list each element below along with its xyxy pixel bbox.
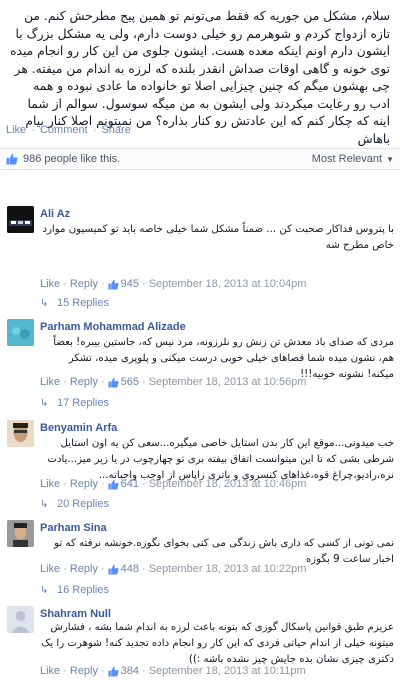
replies-count: 15 Replies — [57, 297, 109, 309]
comment-like-count[interactable]: 565 — [121, 376, 139, 388]
comment-meta: Like · Reply · 384 · September 18, 2013 … — [40, 665, 306, 677]
separator: · — [31, 124, 35, 136]
avatar-image — [7, 206, 34, 233]
share-link[interactable]: Share — [101, 124, 130, 136]
replies-link[interactable]: ↳ 15 Replies — [40, 297, 109, 309]
comment-like-count[interactable]: 641 — [121, 478, 139, 490]
reply-arrow-icon: ↳ — [40, 297, 49, 309]
comment-timestamp[interactable]: September 18, 2013 at 10:56pm — [149, 376, 307, 388]
reply-arrow-icon: ↳ — [40, 584, 49, 596]
avatar[interactable] — [7, 520, 34, 547]
separator: · — [63, 478, 67, 490]
comment-like-link[interactable]: Like — [40, 278, 60, 290]
separator: · — [63, 665, 67, 677]
comment-like-count[interactable]: 384 — [121, 665, 139, 677]
avatar-image — [7, 420, 34, 447]
comment-reply-link[interactable]: Reply — [70, 478, 98, 490]
comment-timestamp[interactable]: September 18, 2013 at 10:22pm — [149, 563, 307, 575]
thumbs-up-icon — [108, 377, 119, 388]
comment-like-count[interactable]: 448 — [121, 563, 139, 575]
thumbs-up-icon — [108, 479, 119, 490]
separator: · — [142, 278, 146, 290]
comment-link[interactable]: Comment — [40, 124, 88, 136]
sort-dropdown[interactable]: Most Relevant ▼ — [312, 153, 394, 165]
separator: · — [142, 563, 146, 575]
avatar[interactable] — [7, 420, 34, 447]
avatar[interactable] — [7, 606, 34, 633]
avatar[interactable] — [7, 319, 34, 346]
comment-reply-link[interactable]: Reply — [70, 665, 98, 677]
separator: · — [63, 376, 67, 388]
replies-link[interactable]: ↳ 16 Replies — [40, 584, 109, 596]
separator: · — [100, 665, 105, 677]
thumbs-up-icon — [6, 153, 18, 165]
comment-like-count[interactable]: 945 — [121, 278, 139, 290]
separator: · — [63, 563, 67, 575]
replies-link[interactable]: ↳ 20 Replies — [40, 498, 109, 510]
chevron-down-icon: ▼ — [386, 154, 394, 164]
comment-reply-link[interactable]: Reply — [70, 278, 98, 290]
comment-timestamp[interactable]: September 18, 2013 at 10:04pm — [149, 278, 307, 290]
comment-item: Shahram Null عزیزم طبق قوانین پاسکال گوز… — [0, 598, 400, 680]
comment-meta: Like · Reply · 565 · September 18, 2013 … — [40, 376, 306, 388]
avatar-image — [7, 606, 34, 633]
separator: · — [100, 563, 105, 575]
replies-count: 20 Replies — [57, 498, 109, 510]
comment-like-link[interactable]: Like — [40, 376, 60, 388]
replies-count: 17 Replies — [57, 397, 109, 409]
separator: · — [142, 478, 146, 490]
avatar[interactable] — [7, 206, 34, 233]
comment-author[interactable]: Shahram Null — [40, 608, 111, 620]
post-actions: Like · Comment · Share — [6, 124, 131, 136]
comment-author[interactable]: Ali Az — [40, 208, 70, 220]
comment-author[interactable]: Benyamin Arfa — [40, 422, 117, 434]
comment-like-link[interactable]: Like — [40, 563, 60, 575]
comment-meta: Like · Reply · 945 · September 18, 2013 … — [40, 278, 306, 290]
comment-author[interactable]: Parham Sina — [40, 522, 107, 534]
reply-arrow-icon: ↳ — [40, 498, 49, 510]
separator: · — [142, 376, 146, 388]
separator: · — [100, 478, 105, 490]
like-link[interactable]: Like — [6, 124, 26, 136]
thumbs-up-icon — [108, 279, 119, 290]
separator: · — [63, 278, 67, 290]
comment-like-link[interactable]: Like — [40, 478, 60, 490]
comment-timestamp[interactable]: September 18, 2013 at 10:46pm — [149, 478, 307, 490]
comment-item: Benyamin Arfa خب میدونی...موقع این کار ب… — [0, 412, 400, 517]
comment-item: Ali Az با پتروس فداکار صحبت کن ... ضمناً… — [0, 196, 400, 309]
comment-item: Parham Sina نمی تونی از کسی که داری باش … — [0, 512, 400, 602]
separator: · — [100, 376, 105, 388]
replies-count: 16 Replies — [57, 584, 109, 596]
likes-count-text[interactable]: 986 people like this. — [23, 153, 120, 165]
comment-text: خب میدونی...موقع این کار بدن استایل خاصی… — [47, 438, 394, 481]
avatar-image — [7, 319, 34, 346]
likes-bar: 986 people like this. Most Relevant ▼ — [0, 148, 400, 170]
comment-author[interactable]: Parham Mohammad Alizade — [40, 321, 186, 333]
comment-reply-link[interactable]: Reply — [70, 376, 98, 388]
comment-text: عزیزم طبق قوانین پاسکال گوزی که بتونه با… — [41, 622, 394, 665]
separator: · — [92, 124, 97, 136]
sort-label: Most Relevant — [311, 153, 383, 165]
comment-text: با پتروس فداکار صحبت کن ... ضمناً مشکل ش… — [42, 224, 394, 251]
separator: · — [142, 665, 146, 677]
separator: · — [100, 278, 105, 290]
replies-link[interactable]: ↳ 17 Replies — [40, 397, 109, 409]
comment-meta: Like · Reply · 641 · September 18, 2013 … — [40, 478, 306, 490]
thumbs-up-icon — [108, 666, 119, 677]
reply-arrow-icon: ↳ — [40, 397, 49, 409]
comment-item: Parham Mohammad Alizade مردی که صدای باد… — [0, 311, 400, 421]
avatar-image — [7, 520, 34, 547]
comment-like-link[interactable]: Like — [40, 665, 60, 677]
comment-meta: Like · Reply · 448 · September 18, 2013 … — [40, 563, 306, 575]
comment-reply-link[interactable]: Reply — [70, 563, 98, 575]
thumbs-up-icon — [108, 564, 119, 575]
comment-timestamp[interactable]: September 18, 2013 at 10:11pm — [149, 665, 306, 677]
